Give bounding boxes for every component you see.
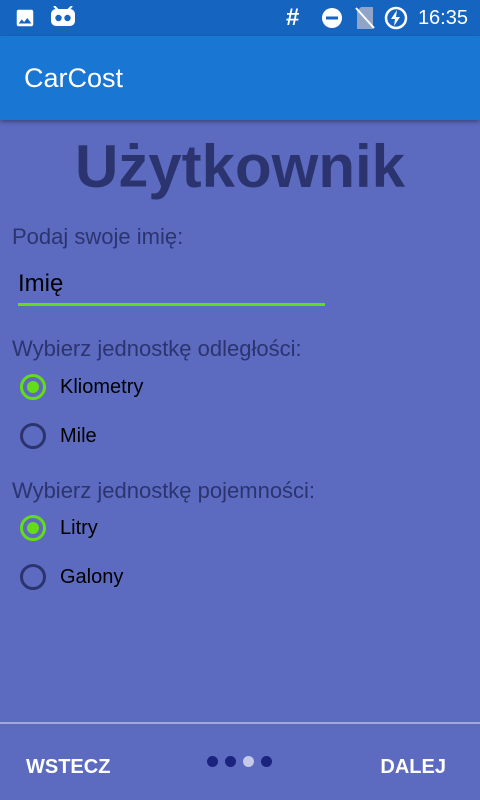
status-time: 16:35: [417, 7, 468, 29]
hash-icon: #: [286, 4, 300, 31]
back-button[interactable]: WSTECZ: [26, 756, 110, 779]
capacity-unit-label: Wybierz jednostkę pojemności:: [12, 478, 316, 503]
name-label: Podaj swoje imię:: [12, 224, 184, 249]
radio-label-kilometers: Kliometry: [60, 375, 144, 398]
radio-kilometers[interactable]: Kliometry: [20, 370, 143, 404]
page-dot-active: [243, 756, 254, 767]
radio-circle-checked[interactable]: [20, 374, 46, 400]
page-dot: [225, 756, 236, 767]
radio-label-liters: Litry: [60, 516, 98, 539]
page-heading: Użytkownik: [74, 133, 406, 200]
battery-charging-icon: [384, 6, 408, 30]
footer-divider: [0, 722, 480, 724]
app-bar: CarCost: [0, 36, 480, 120]
no-sim-icon: [355, 7, 375, 29]
distance-unit-label: Wybierz jednostkę odległości:: [12, 336, 302, 361]
radio-circle-checked[interactable]: [20, 515, 46, 541]
radio-label-miles: Mile: [60, 424, 97, 447]
dnd-icon: [322, 8, 342, 28]
page-dot: [261, 756, 272, 767]
radio-miles[interactable]: Mile: [20, 419, 97, 453]
app-title: CarCost: [24, 63, 124, 93]
radio-circle[interactable]: [20, 423, 46, 449]
next-button[interactable]: DALEJ: [380, 756, 446, 779]
image-icon: [16, 9, 34, 27]
radio-gallons[interactable]: Galony: [20, 560, 123, 594]
android-icon: [51, 6, 75, 26]
radio-liters[interactable]: Litry: [20, 511, 98, 545]
page-dot: [207, 756, 218, 767]
radio-label-gallons: Galony: [60, 565, 124, 588]
radio-circle[interactable]: [20, 564, 46, 590]
page-indicator: [207, 756, 273, 768]
status-bar: # 16:35: [0, 0, 480, 36]
name-input[interactable]: [18, 264, 325, 306]
